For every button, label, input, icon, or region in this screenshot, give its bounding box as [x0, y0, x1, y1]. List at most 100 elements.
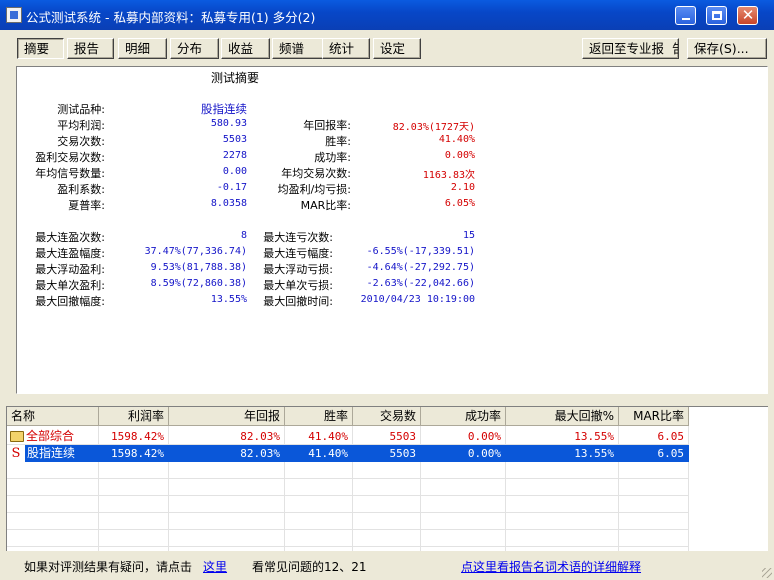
- cell-trade-count: 5503: [389, 430, 417, 443]
- app-icon: [6, 7, 22, 23]
- folder-icon: [10, 431, 24, 442]
- sharpe-value: 8.0358: [210, 198, 247, 209]
- save-button[interactable]: 保存(S)...: [687, 38, 767, 59]
- grid-line: [7, 546, 689, 547]
- close-icon: ✕: [741, 6, 755, 24]
- annual-signals-value: 0.00: [222, 166, 247, 177]
- annual-return-value: 82.03%(1727天): [392, 122, 475, 133]
- max-loss-streak-value: -6.55%(-17,339.51): [366, 246, 475, 257]
- cell-profit-rate: 1598.42%: [111, 430, 164, 443]
- max-win-streak-label: 最大连盈幅度:: [35, 247, 105, 260]
- tab-returns[interactable]: 收益: [221, 38, 270, 59]
- cell-win-rate: 41.40%: [308, 447, 348, 460]
- max-float-loss-value: -4.64%(-27,292.75): [366, 262, 475, 273]
- close-button[interactable]: ✕: [737, 6, 758, 25]
- question-text: 如果对评测结果有疑问，请点击: [24, 560, 193, 574]
- cell-success-rate: 0.00%: [467, 447, 501, 460]
- here-link[interactable]: 这里: [203, 558, 227, 575]
- tab-details[interactable]: 明细: [118, 38, 167, 59]
- row-name: 股指连续: [27, 446, 76, 460]
- resize-grip-icon[interactable]: [762, 568, 772, 578]
- avg-profit-label: 平均利润:: [57, 119, 105, 132]
- win-rate-label: 胜率:: [325, 135, 351, 148]
- win-rate-value: 41.40%: [438, 134, 475, 145]
- tab-distribution[interactable]: 分布: [170, 38, 219, 59]
- faq-text: 看常见问题的12、21: [252, 560, 367, 574]
- mar-ratio-label: MAR比率:: [300, 199, 351, 212]
- strategy-s-icon: S: [7, 445, 25, 462]
- back-to-report-label: 返回至专业报: [589, 41, 665, 56]
- profit-factor-label: 盈利系数:: [57, 183, 105, 196]
- max-consec-wins-label: 最大连盈次数:: [35, 231, 105, 244]
- grid-line: [7, 478, 689, 479]
- maximize-button[interactable]: [706, 6, 727, 25]
- row-name: 全部综合: [26, 429, 75, 443]
- tab-spectrum[interactable]: 频谱: [272, 38, 329, 59]
- profit-factor-value: -0.17: [216, 182, 247, 193]
- tab-toolbar: 摘要 报告 明细 分布 收益 频谱 统计 设定 返回至专业报告 保存(S)...: [0, 30, 774, 62]
- back-to-report-suffix: 告: [672, 41, 678, 56]
- window-title: 公式测试系统 - 私募内部资料：私募专用(1) 多分(2): [26, 10, 316, 25]
- cell-profit-rate: 1598.42%: [111, 447, 164, 460]
- back-to-report-button[interactable]: 返回至专业报告: [582, 38, 679, 59]
- grid-line: [7, 512, 689, 513]
- max-drawdown-value: 13.55%: [210, 294, 247, 305]
- annual-return-label: 年回报率:: [303, 119, 351, 132]
- cell-mar-ratio: 6.05: [657, 447, 685, 460]
- success-rate-label: 成功率:: [314, 151, 351, 164]
- max-drawdown-time-label: 最大回撤时间:: [263, 295, 333, 308]
- max-float-profit-label: 最大浮动盈利:: [35, 263, 105, 276]
- column-header-max-drawdown[interactable]: 最大回撤%: [506, 407, 619, 426]
- summary-panel: 测试摘要 测试品种: 股指连续 平均利润: 580.93 交易次数: 5503 …: [16, 66, 768, 394]
- max-loss-streak-label: 最大连亏幅度:: [263, 247, 333, 260]
- max-consec-losses-value: 15: [462, 230, 475, 241]
- footer-bar: 如果对评测结果有疑问，请点击 这里 看常见问题的12、21 点这里看报告名词术语…: [0, 553, 774, 580]
- column-header-success-rate[interactable]: 成功率: [421, 407, 506, 426]
- minimize-button[interactable]: [675, 6, 696, 25]
- column-header-profit-rate[interactable]: 利润率: [99, 407, 169, 426]
- max-consec-losses-label: 最大连亏次数:: [263, 231, 333, 244]
- winning-trades-value: 2278: [222, 150, 247, 161]
- max-win-streak-value: 37.47%(77,336.74): [144, 246, 247, 257]
- sharpe-label: 夏普率:: [68, 199, 105, 212]
- minimize-icon: [682, 18, 690, 20]
- table-row[interactable]: 全部综合 1598.42% 82.03% 41.40% 5503 0.00% 1…: [7, 428, 689, 445]
- cell-annual-return: 82.03%: [240, 430, 280, 443]
- summary-title: 测试摘要: [211, 71, 260, 85]
- avg-profit-value: 580.93: [210, 118, 247, 129]
- maximize-icon: [712, 11, 722, 20]
- max-drawdown-time-value: 2010/04/23 10:19:00: [360, 294, 475, 305]
- title-bar: 公式测试系统 - 私募内部资料：私募专用(1) 多分(2) ✕: [0, 0, 774, 30]
- annual-trades-value: 1163.83次: [422, 170, 475, 181]
- avg-win-loss-label: 均盈利/均亏损:: [277, 183, 351, 196]
- trade-count-label: 交易次数:: [57, 135, 105, 148]
- table-row-selected[interactable]: S 股指连续 1598.42% 82.03% 41.40% 5503 0.00%…: [7, 445, 689, 462]
- max-drawdown-label: 最大回撤幅度:: [35, 295, 105, 308]
- panel-splitter[interactable]: [0, 398, 774, 406]
- max-single-loss-value: -2.63%(-22,042.66): [366, 278, 475, 289]
- glossary-link[interactable]: 点这里看报告名词术语的详细解释: [461, 558, 641, 575]
- max-float-loss-label: 最大浮动亏损:: [263, 263, 333, 276]
- tab-report[interactable]: 报告: [67, 38, 114, 59]
- cell-max-drawdown: 13.55%: [574, 430, 614, 443]
- max-single-profit-label: 最大单次盈利:: [35, 279, 105, 292]
- column-header-annual-return[interactable]: 年回报: [169, 407, 285, 426]
- tab-settings[interactable]: 设定: [373, 38, 421, 59]
- annual-signals-label: 年均信号数量:: [35, 167, 105, 180]
- tab-statistics[interactable]: 统计: [322, 38, 370, 59]
- product-value: 股指连续: [201, 102, 247, 116]
- trade-count-value: 5503: [222, 134, 247, 145]
- column-header-win-rate[interactable]: 胜率: [285, 407, 353, 426]
- column-header-trade-count[interactable]: 交易数: [353, 407, 421, 426]
- tab-summary[interactable]: 摘要: [17, 38, 64, 59]
- max-consec-wins-value: 8: [240, 230, 247, 241]
- annual-trades-label: 年均交易次数:: [281, 167, 351, 180]
- cell-annual-return: 82.03%: [240, 447, 280, 460]
- winning-trades-label: 盈利交易次数:: [35, 151, 105, 164]
- column-header-mar-ratio[interactable]: MAR比率: [619, 407, 689, 426]
- max-single-loss-label: 最大单次亏损:: [263, 279, 333, 292]
- grid-line: [7, 529, 689, 530]
- max-float-profit-value: 9.53%(81,788.38): [150, 262, 247, 273]
- mar-ratio-value: 6.05%: [444, 198, 475, 209]
- column-header-name[interactable]: 名称: [7, 407, 99, 426]
